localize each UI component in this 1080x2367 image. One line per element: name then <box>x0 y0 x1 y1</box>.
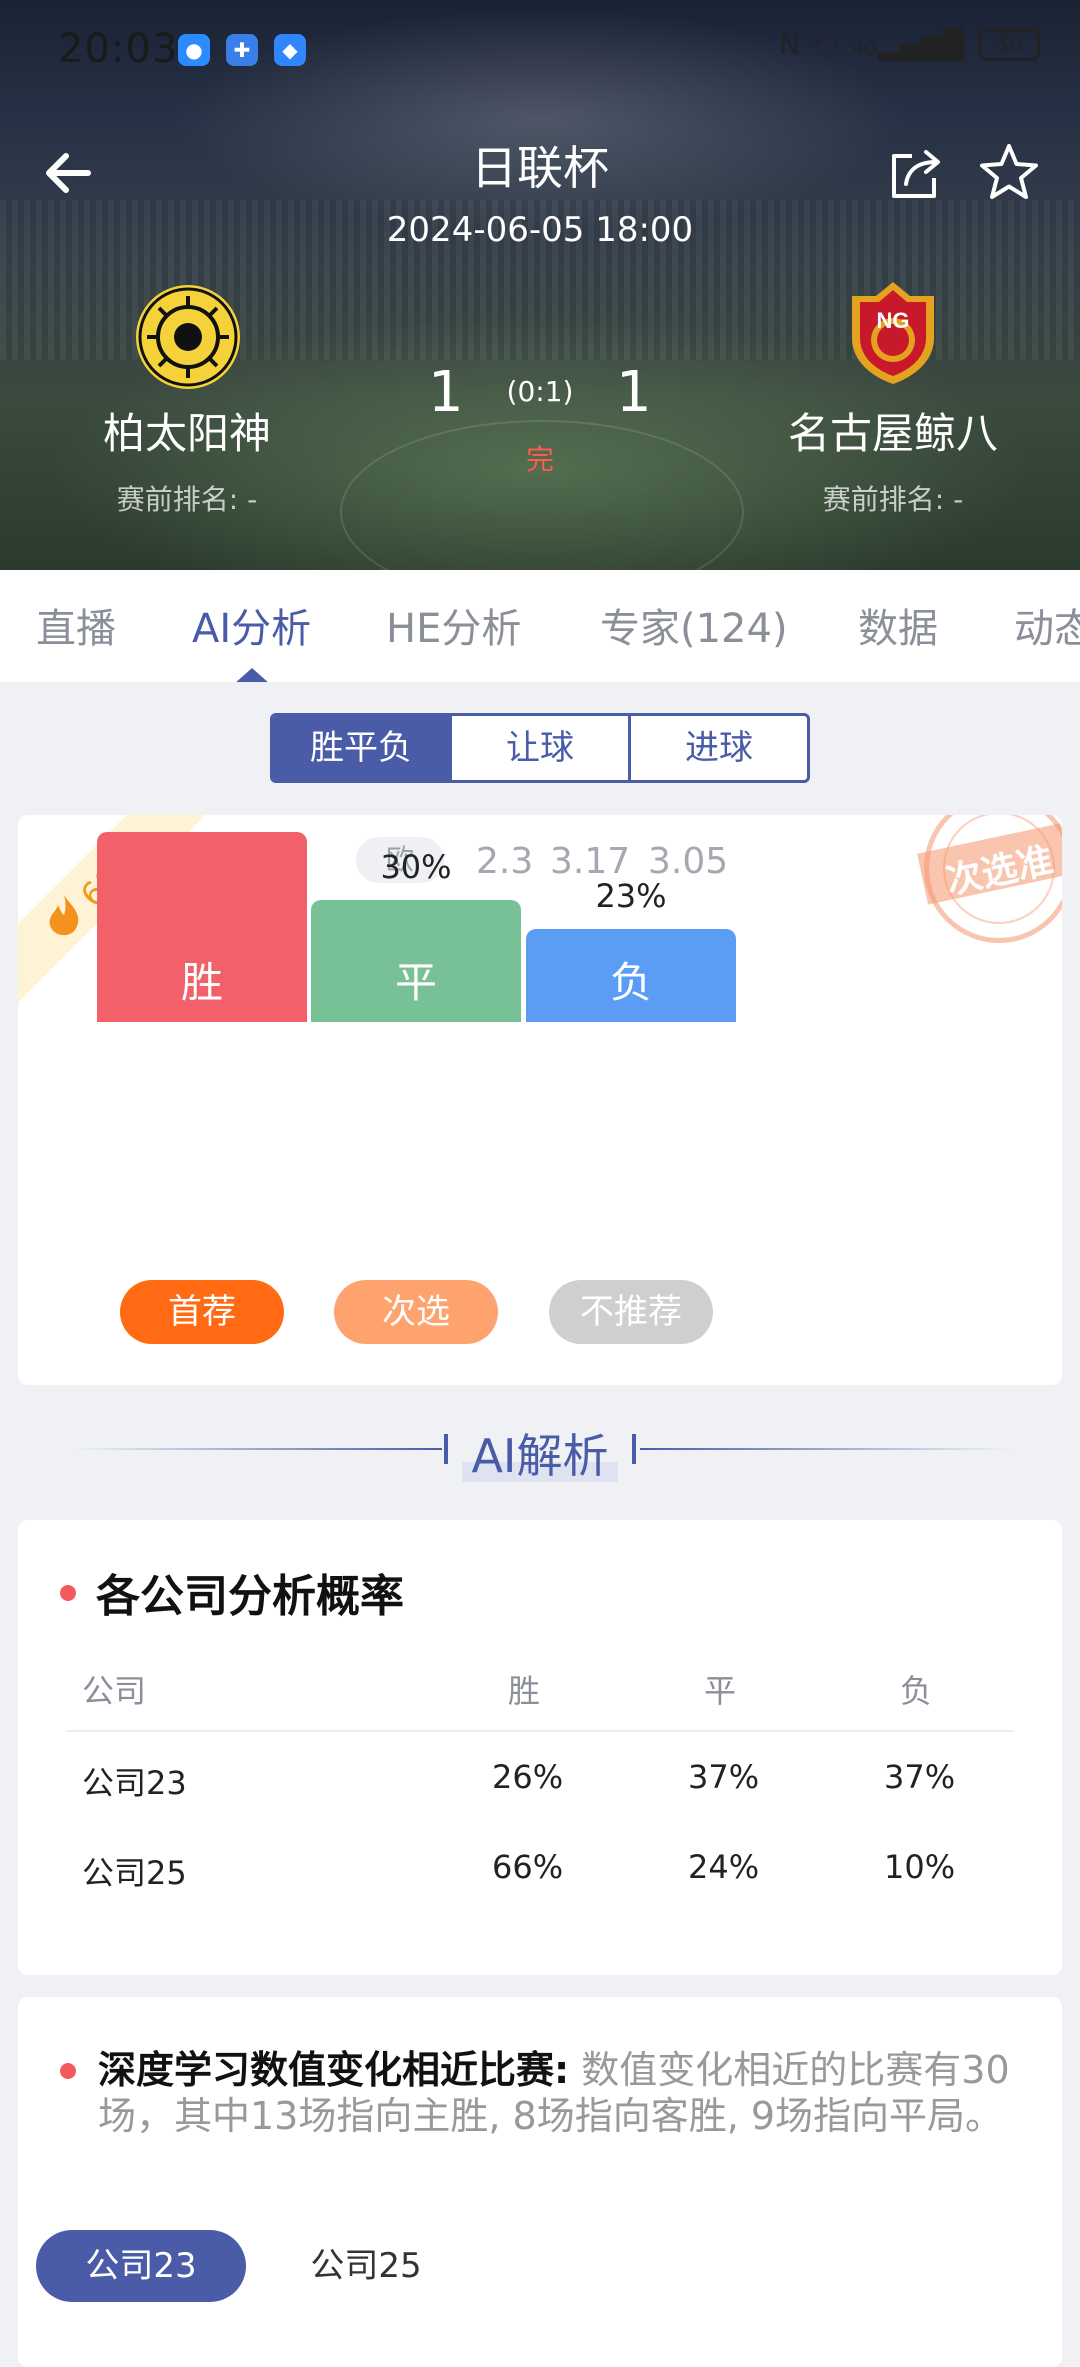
away-team-rank: 赛前排名: - <box>822 483 964 516</box>
column-loss: 负 <box>900 1672 933 1710</box>
table-divider <box>66 1730 1014 1732</box>
tab-data[interactable]: 数据 <box>858 596 938 654</box>
bar-label: 平 <box>394 958 437 1007</box>
tab-live[interactable]: 直播 <box>36 596 116 654</box>
halftime-score: (0:1) <box>506 375 574 408</box>
segment-handicap[interactable]: 让球 <box>452 716 631 780</box>
wifi-icon: ◠ <box>814 28 839 61</box>
odds-draw: 3.17 <box>550 841 631 882</box>
bar-label: 负 <box>609 958 652 1007</box>
probability-bar: 平 <box>311 900 521 1022</box>
tab-ai-analysis[interactable]: AI分析 <box>192 596 311 654</box>
table-cell-win: 66% <box>492 1848 564 1886</box>
message-app-icon: ● <box>178 34 210 66</box>
nfc-icon: N <box>779 28 801 61</box>
table-cell-loss: 10% <box>884 1848 956 1886</box>
column-draw: 平 <box>704 1672 737 1710</box>
column-company: 公司 <box>82 1672 147 1710</box>
table-cell-draw: 24% <box>688 1848 760 1886</box>
probability-bar: 负 <box>526 929 736 1022</box>
recommendation-pill: 次选 <box>334 1280 498 1344</box>
puzzle-app-icon: ✚ <box>226 34 258 66</box>
divider-right <box>640 1448 1010 1450</box>
tab-he-analysis[interactable]: HE分析 <box>386 596 521 654</box>
battery-icon: 30 <box>978 28 1040 61</box>
home-team-rank: 赛前排名: - <box>116 483 258 516</box>
bullet-dot <box>60 1585 76 1601</box>
company-chip-25[interactable]: 公司25 <box>276 2230 456 2302</box>
section-title: 各公司分析概率 <box>96 1571 404 1622</box>
fire-icon <box>49 895 79 936</box>
prediction-card: 68% 欧 2.3 3.17 3.05 次选准 胜47%首荐平30%次选负23%… <box>18 815 1062 1385</box>
deep-learning-card: 深度学习数值变化相近比赛: 数值变化相近的比赛有30场，其中13场指向主胜, 8… <box>18 1997 1062 2367</box>
bar-percentage: 47% <box>97 815 307 818</box>
table-cell-loss: 37% <box>884 1758 956 1796</box>
share-icon[interactable] <box>884 142 948 206</box>
recommendation-pill: 不推荐 <box>549 1280 713 1344</box>
column-win: 胜 <box>508 1672 541 1710</box>
table-row-company: 公司25 <box>82 1854 187 1892</box>
table-cell-win: 26% <box>492 1758 564 1796</box>
table-cell-draw: 37% <box>688 1758 760 1796</box>
match-datetime: 2024-06-05 18:00 <box>386 210 694 250</box>
company-probability-card: 各公司分析概率 公司 胜 平 负 公司23 26% 37% 37% 公司25 6… <box>18 1520 1062 1975</box>
bar-percentage: 23% <box>595 877 667 915</box>
result-stamp: 次选准 <box>917 815 1062 943</box>
bar-label: 胜 <box>180 958 223 1007</box>
match-header: 20:03 ● ✚ ◆ N ◠ 4G▂▄▆█ 30 日联杯 2024-06-05… <box>0 0 1080 570</box>
favorite-star-icon[interactable] <box>976 140 1042 206</box>
recommendation-pill: 首荐 <box>120 1280 284 1344</box>
ai-analysis-heading: AI解析 <box>471 1429 609 1483</box>
status-bar: 20:03 ● ✚ ◆ N ◠ 4G▂▄▆█ 30 <box>0 0 1080 100</box>
tab-bar: 直播 AI分析 HE分析 专家(124) 数据 动态 <box>0 570 1080 682</box>
deep-learning-text: 深度学习数值变化相近比赛: 数值变化相近的比赛有30场，其中13场指向主胜, 8… <box>98 2047 1048 2139</box>
table-row-company: 公司23 <box>82 1764 187 1802</box>
active-tab-indicator <box>234 668 270 682</box>
deep-learning-title: 深度学习数值变化相近比赛: <box>98 2048 570 2092</box>
svg-text:NG: NG <box>877 308 910 333</box>
odds-away: 3.05 <box>648 841 729 882</box>
probability-bar: 胜 <box>97 832 307 1022</box>
status-time: 20:03 <box>58 26 179 72</box>
shield-app-icon: ◆ <box>274 34 306 66</box>
tab-news[interactable]: 动态 <box>1014 596 1080 654</box>
status-indicators: N ◠ 4G▂▄▆█ 30 <box>779 28 1040 61</box>
segment-win-draw-loss[interactable]: 胜平负 <box>273 716 452 780</box>
match-status: 完 <box>525 443 554 476</box>
bar-percentage: 30% <box>380 848 452 886</box>
tab-experts[interactable]: 专家(124) <box>600 596 788 654</box>
bullet-dot <box>60 2063 76 2079</box>
away-team-logo: NG <box>852 282 934 384</box>
company-chip-23[interactable]: 公司23 <box>36 2230 246 2302</box>
signal-icon: 4G▂▄▆█ <box>852 28 964 61</box>
market-segment-control: 胜平负 让球 进球 <box>270 713 810 783</box>
segment-goals[interactable]: 进球 <box>631 716 807 780</box>
